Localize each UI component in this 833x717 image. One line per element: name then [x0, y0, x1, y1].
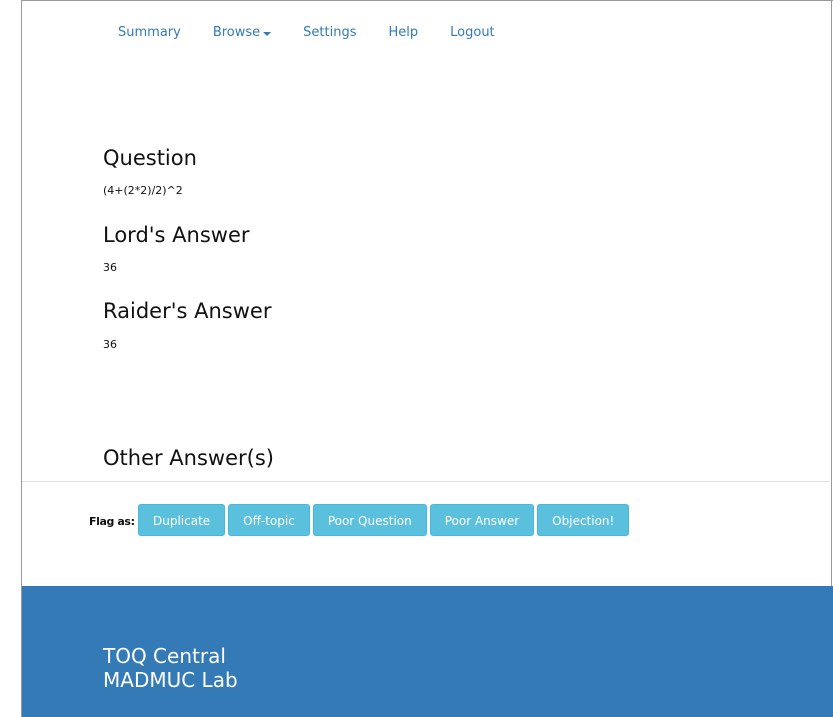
nav-help-link[interactable]: Help	[389, 25, 419, 40]
footer: TOQ Central MADMUC Lab	[22, 586, 833, 717]
page: Summary Browse Settings Help Logout Ques…	[0, 0, 833, 717]
window-border-left	[0, 0, 22, 717]
nav-browse-label: Browse	[212, 25, 261, 40]
flag-label: Flag as:	[89, 515, 135, 528]
flag-poor-answer-button[interactable]: Poor Answer	[429, 504, 535, 536]
raider-answer-heading: Raider's Answer	[103, 299, 272, 323]
flag-off-topic-button[interactable]: Off-topic	[228, 504, 310, 536]
flag-poor-question-button[interactable]: Poor Question	[312, 504, 427, 536]
window-border-top	[21, 0, 833, 7]
nav-settings-link[interactable]: Settings	[303, 25, 356, 40]
footer-lab-name: MADMUC Lab	[103, 668, 238, 692]
question-heading: Question	[103, 146, 197, 170]
caret-down-icon	[263, 31, 272, 36]
nav-logout-link[interactable]: Logout	[450, 25, 495, 40]
section-divider	[22, 481, 830, 482]
question-text: (4+(2*2)/2)^2	[103, 184, 183, 197]
nav-summary-link[interactable]: Summary	[118, 25, 181, 40]
lord-answer-text: 36	[103, 261, 117, 274]
flag-duplicate-button[interactable]: Duplicate	[138, 504, 226, 536]
nav-browse-dropdown[interactable]: Browse	[212, 25, 272, 40]
raider-answer-text: 36	[103, 338, 117, 351]
other-answers-heading: Other Answer(s)	[103, 446, 274, 470]
footer-site-name: TOQ Central	[103, 644, 226, 668]
lord-answer-heading: Lord's Answer	[103, 223, 250, 247]
top-nav: Summary Browse Settings Help Logout	[118, 25, 527, 40]
flag-objection-button[interactable]: Objection!	[537, 504, 630, 536]
flag-button-group: Duplicate Off-topic Poor Question Poor A…	[138, 504, 632, 536]
